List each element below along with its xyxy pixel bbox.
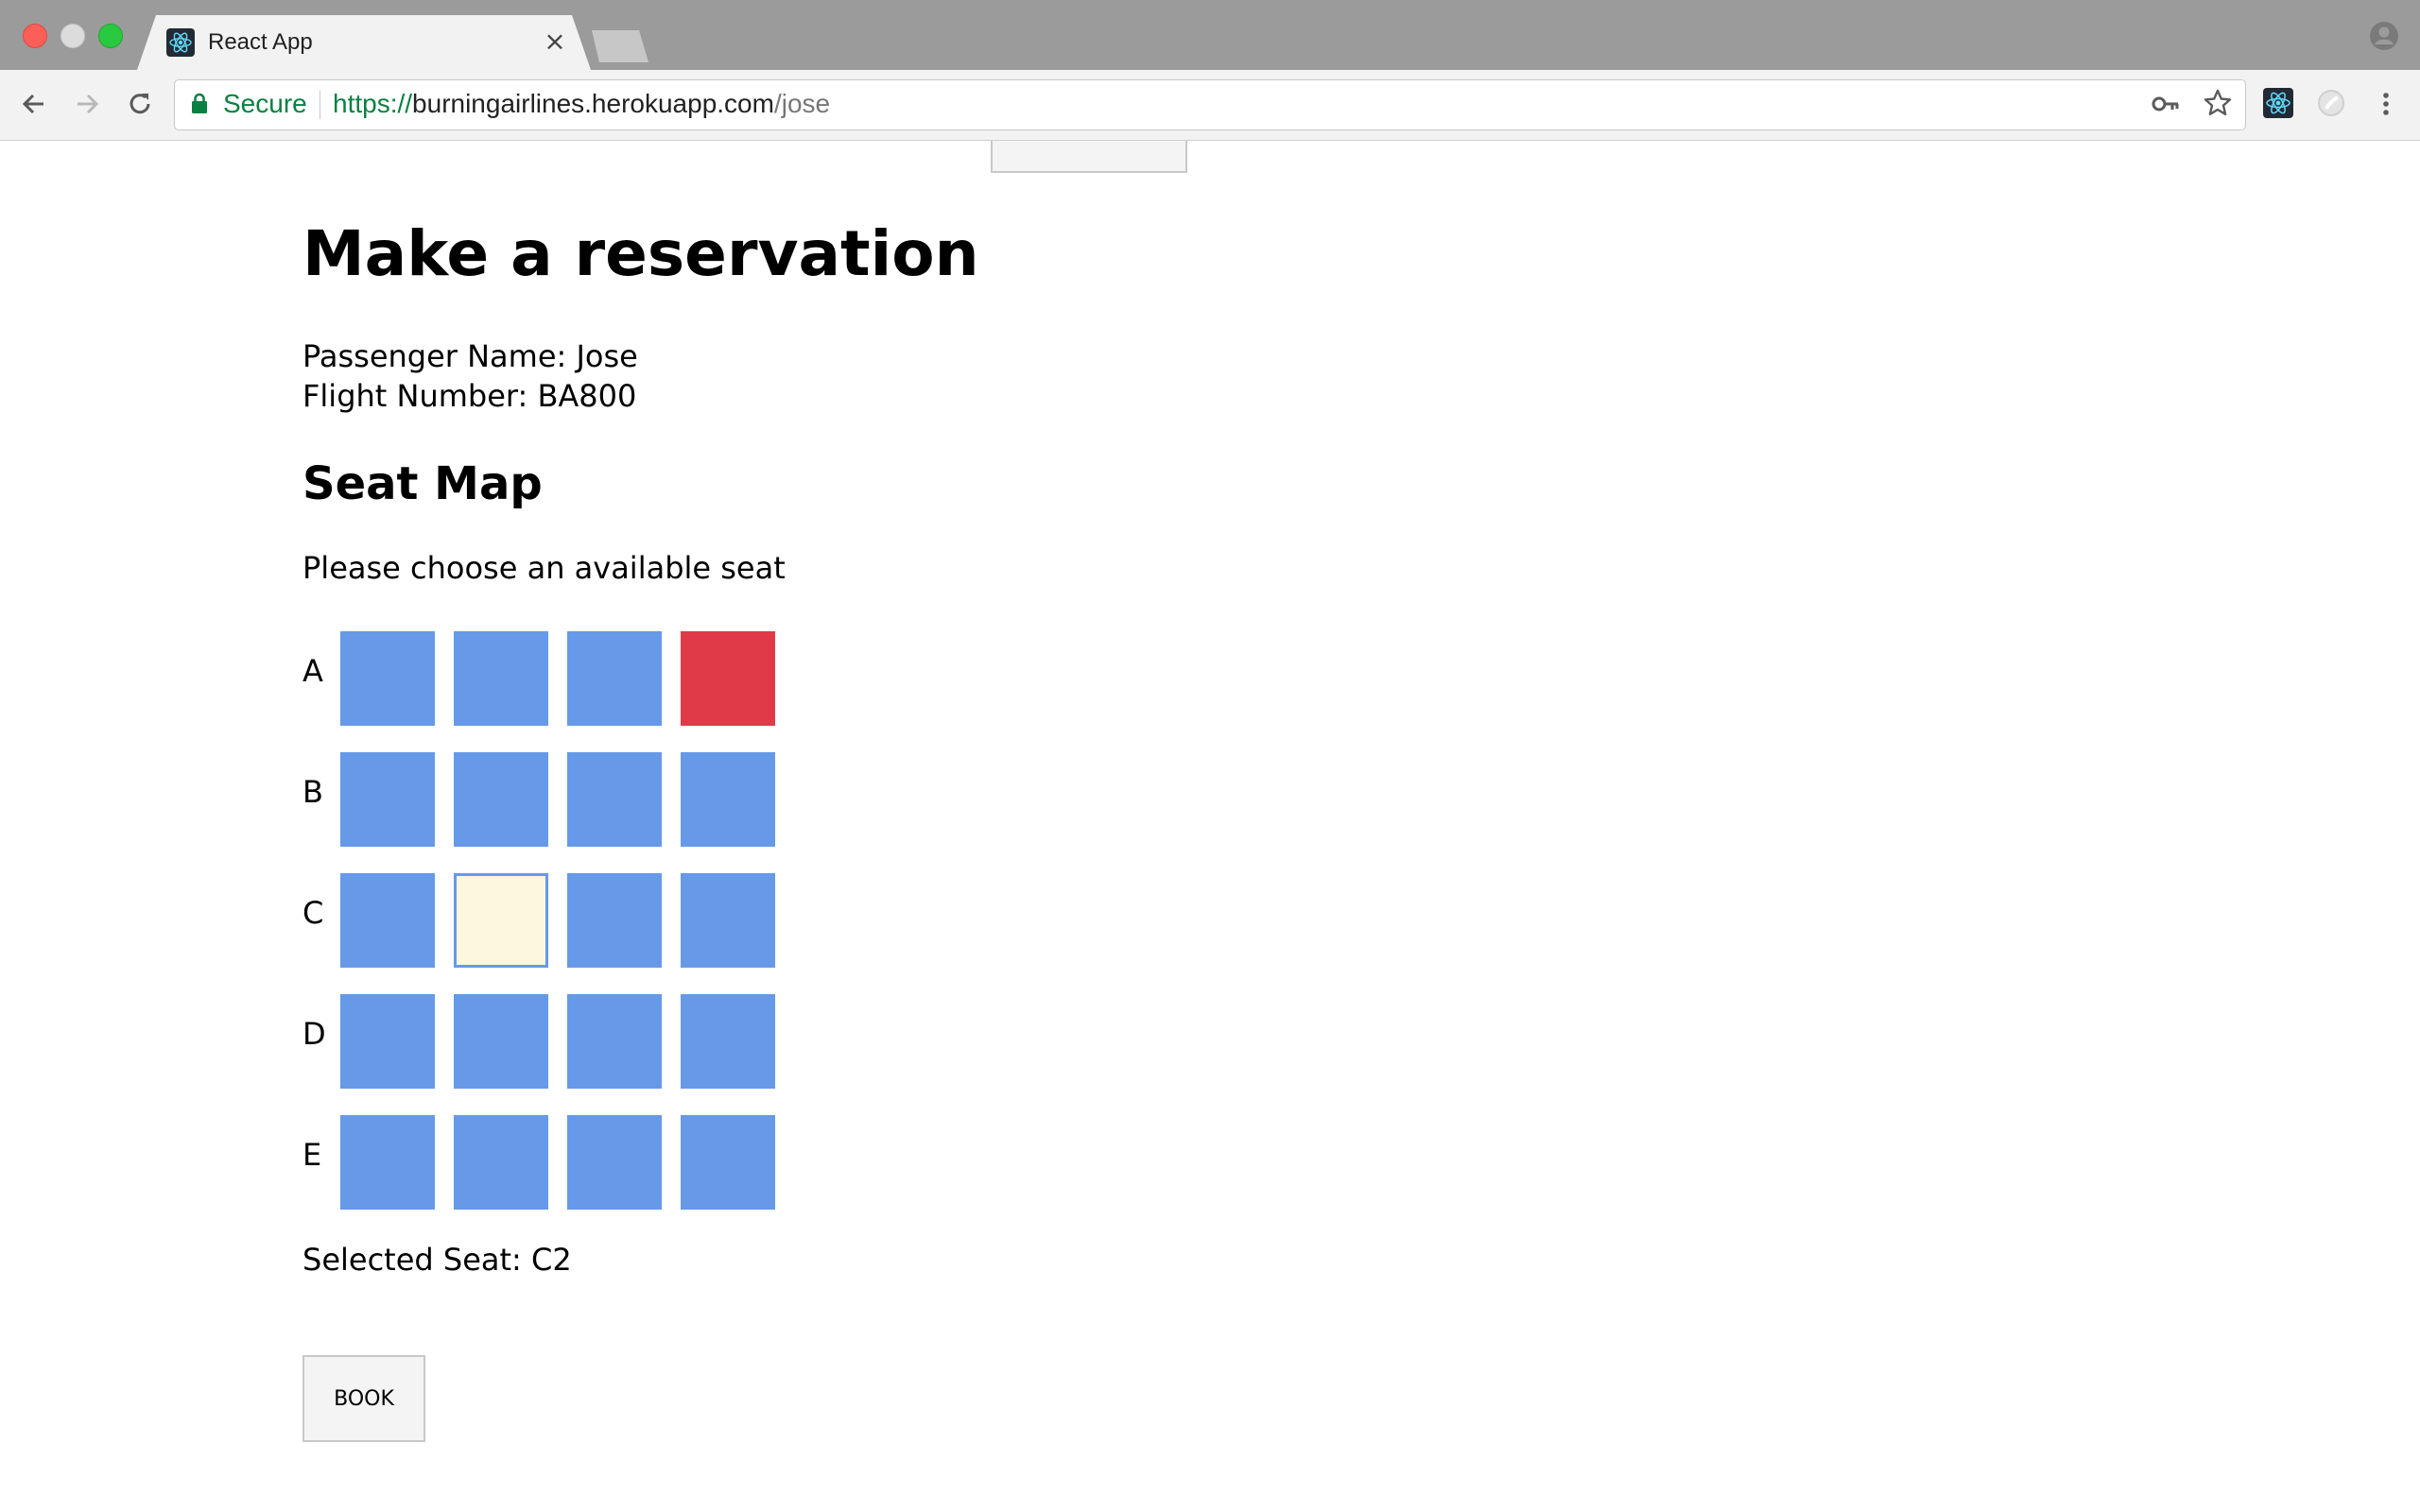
back-arrow-icon[interactable]: [15, 85, 53, 123]
seat-b4[interactable]: [681, 752, 775, 847]
seat-c3[interactable]: [567, 873, 662, 968]
seat-e1[interactable]: [340, 1115, 435, 1210]
flight-number: Flight Number: BA800: [302, 378, 637, 414]
browser-tab[interactable]: [137, 15, 591, 70]
row-label: A: [302, 653, 323, 689]
seat-c1[interactable]: [340, 873, 435, 968]
seat-map-heading: Seat Map: [302, 457, 543, 510]
page-content: ​ Make a reservation Passenger Name: Jos…: [0, 141, 2420, 1512]
tab-title: React App: [208, 29, 313, 55]
extension-icon[interactable]: [2316, 88, 2346, 118]
secure-label: Secure: [223, 89, 307, 118]
window-minimize-button[interactable]: [60, 24, 85, 48]
seat-d2[interactable]: [454, 994, 548, 1089]
url-host: burningairlines.herokuapp.com: [412, 89, 774, 118]
seat-b1[interactable]: [340, 752, 435, 847]
tab-close-icon[interactable]: ×: [541, 26, 569, 58]
seat-a2[interactable]: [454, 631, 548, 726]
bookmark-star-icon[interactable]: [2203, 88, 2233, 118]
row-label: E: [302, 1137, 322, 1173]
seat-e4[interactable]: [681, 1115, 775, 1210]
url-scheme: https://: [333, 89, 413, 118]
url-text[interactable]: https://burningairlines.herokuapp.com/jo…: [333, 87, 830, 121]
url-path: /jose: [773, 89, 831, 118]
window-close-button[interactable]: [23, 24, 47, 48]
page-title: Make a reservation: [302, 217, 979, 290]
menu-dots-icon[interactable]: [2377, 89, 2395, 119]
seat-b3[interactable]: [567, 752, 662, 847]
row-label: B: [302, 774, 323, 810]
seat-a1[interactable]: [340, 631, 435, 726]
seat-e3[interactable]: [567, 1115, 662, 1210]
seat-b2[interactable]: [454, 752, 548, 847]
seat-d3[interactable]: [567, 994, 662, 1089]
profile-icon[interactable]: [2369, 21, 2399, 51]
seat-c4[interactable]: [681, 873, 775, 968]
clipped-button[interactable]: [991, 141, 1187, 173]
react-devtools-icon[interactable]: [2263, 88, 2293, 118]
seat-e2[interactable]: [454, 1115, 548, 1210]
row-label: D: [302, 1016, 326, 1052]
reload-icon[interactable]: [121, 85, 159, 123]
passenger-name: Passenger Name: Jose: [302, 338, 638, 374]
selected-seat: Selected Seat: C2: [302, 1242, 572, 1278]
book-button[interactable]: BOOK: [302, 1355, 425, 1442]
seat-a4[interactable]: [681, 631, 775, 726]
seat-d4[interactable]: [681, 994, 775, 1089]
row-label: C: [302, 895, 324, 931]
forward-arrow-icon[interactable]: [68, 85, 106, 123]
key-icon[interactable]: [2152, 93, 2180, 115]
window-maximize-button[interactable]: [98, 24, 123, 48]
seat-a3[interactable]: [567, 631, 662, 726]
seat-instruction: Please choose an available seat: [302, 550, 786, 586]
lock-icon: [191, 93, 208, 113]
seat-c2[interactable]: [454, 873, 548, 968]
react-favicon-icon: [166, 28, 195, 57]
seat-d1[interactable]: [340, 994, 435, 1089]
